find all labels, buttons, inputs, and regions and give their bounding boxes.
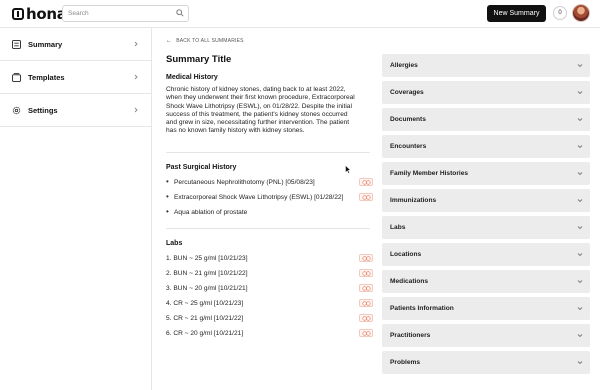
divider <box>166 228 370 229</box>
back-link-label: BACK TO ALL SUMMARIES <box>176 38 244 44</box>
sidebar-item-label: Summary <box>28 39 63 49</box>
lab-text: 2. BUN ~ 21 g/ml [10/21/22] <box>166 269 248 277</box>
accordion-label: Family Member Histories <box>390 170 469 177</box>
mouse-cursor-icon <box>345 165 351 174</box>
list-icon <box>12 39 21 49</box>
chevron-down-icon <box>577 172 583 176</box>
accordion-label: Immunizations <box>390 197 437 204</box>
accordion-immunizations[interactable]: Immunizations <box>382 189 590 212</box>
accordion-locations[interactable]: Locations <box>382 243 590 266</box>
medical-history-text: Chronic history of kidney stones, dating… <box>166 86 355 135</box>
list-item: • Percutaneous Nephrolithotomy (PNL) [05… <box>166 177 376 187</box>
accordion-labs[interactable]: Labs <box>382 216 590 239</box>
accordion-patients-information[interactable]: Patients Information <box>382 297 590 320</box>
accordion-label: Documents <box>390 116 426 123</box>
list-item: • Aqua ablation of prostate <box>166 207 376 217</box>
sidebar-item-label: Settings <box>28 105 58 115</box>
accordion-allergies[interactable]: Allergies <box>382 54 590 77</box>
accordion-practitioners[interactable]: Practitioners <box>382 324 590 347</box>
chevron-down-icon <box>577 145 583 149</box>
chevron-down-icon <box>577 334 583 338</box>
chevron-right-icon <box>134 107 138 113</box>
accordion-coverages[interactable]: Coverages <box>382 81 590 104</box>
source-link-icon[interactable] <box>359 284 373 292</box>
accordion-documents[interactable]: Documents <box>382 108 590 131</box>
gear-icon <box>12 106 21 114</box>
logo-text: hona <box>26 5 67 23</box>
list-item-text: Percutaneous Nephrolithotomy (PNL) [05/0… <box>174 178 315 186</box>
sidebar-item-settings[interactable]: Settings <box>0 94 151 127</box>
surgical-history-heading: Past Surgical History <box>166 164 237 171</box>
lab-text: 6. CR ~ 20 g/ml [10/21/21] <box>166 329 244 337</box>
hona-logo[interactable]: hona <box>12 6 67 22</box>
lab-row: 4. CR ~ 25 g/ml [10/21/23] <box>166 298 376 308</box>
accordion-label: Practitioners <box>390 332 431 339</box>
chevron-down-icon <box>577 280 583 284</box>
accordion-label: Patients Information <box>390 305 454 312</box>
accordion-encounters[interactable]: Encounters <box>382 135 590 158</box>
chevron-right-icon <box>134 41 138 47</box>
top-bar: hona New Summary 0 <box>0 0 600 28</box>
bullet-icon: • <box>166 192 169 201</box>
labs-heading: Labs <box>166 240 183 247</box>
sidebar-item-templates[interactable]: Templates <box>0 61 151 94</box>
search-box[interactable] <box>62 5 189 22</box>
chevron-down-icon <box>577 253 583 257</box>
bullet-icon: • <box>166 177 169 186</box>
lab-row: 2. BUN ~ 21 g/ml [10/21/22] <box>166 268 376 278</box>
accordion-label: Coverages <box>390 89 424 96</box>
chevron-down-icon <box>577 226 583 230</box>
accordion-label: Medications <box>390 278 429 285</box>
sidebar-item-summary[interactable]: Summary <box>0 28 151 61</box>
accordion-problems[interactable]: Problems <box>382 351 590 374</box>
source-link-icon[interactable] <box>359 329 373 337</box>
user-avatar[interactable] <box>572 4 590 22</box>
medical-history-heading: Medical History <box>166 74 218 81</box>
accordion-label: Locations <box>390 251 422 258</box>
accordion-label: Encounters <box>390 143 427 150</box>
back-to-summaries-link[interactable]: ← BACK TO ALL SUMMARIES <box>166 38 244 44</box>
accordion-label: Allergies <box>390 62 418 69</box>
accordion-label: Problems <box>390 359 421 366</box>
source-link-icon[interactable] <box>359 178 373 186</box>
chevron-down-icon <box>577 361 583 365</box>
chevron-down-icon <box>577 307 583 311</box>
chevron-down-icon <box>577 64 583 68</box>
search-icon[interactable] <box>176 9 184 17</box>
chevron-down-icon <box>577 118 583 122</box>
lab-text: 4. CR ~ 25 g/ml [10/21/23] <box>166 299 244 307</box>
logo-mark-icon <box>12 8 24 20</box>
accordion-label: Labs <box>390 224 406 231</box>
arrow-left-icon: ← <box>166 38 173 44</box>
sidebar-item-label: Templates <box>28 72 65 82</box>
chevron-down-icon <box>577 91 583 95</box>
source-link-icon[interactable] <box>359 314 373 322</box>
lab-row: 3. BUN ~ 20 g/ml [10/21/21] <box>166 283 376 293</box>
lab-text: 5. CR ~ 21 g/ml [10/21/22] <box>166 314 244 322</box>
lab-text: 3. BUN ~ 20 g/ml [10/21/21] <box>166 284 248 292</box>
source-link-icon[interactable] <box>359 193 373 201</box>
notification-count-badge[interactable]: 0 <box>553 6 567 20</box>
divider <box>166 152 370 153</box>
new-summary-button[interactable]: New Summary <box>487 5 546 22</box>
templates-icon <box>12 72 21 82</box>
bullet-icon: • <box>166 207 169 216</box>
list-item-text: Extracorporeal Shock Wave Lithotripsy (E… <box>174 193 344 201</box>
list-item-text: Aqua ablation of prostate <box>174 208 248 216</box>
source-link-icon[interactable] <box>359 299 373 307</box>
lab-row: 1. BUN ~ 25 g/ml [10/21/23] <box>166 253 376 263</box>
source-link-icon[interactable] <box>359 269 373 277</box>
list-item: • Extracorporeal Shock Wave Lithotripsy … <box>166 192 376 202</box>
search-input[interactable] <box>63 6 173 21</box>
page-title: Summary Title <box>166 54 232 65</box>
chevron-down-icon <box>577 199 583 203</box>
source-link-icon[interactable] <box>359 254 373 262</box>
lab-row: 5. CR ~ 21 g/ml [10/21/22] <box>166 313 376 323</box>
accordion-family-member-histories[interactable]: Family Member Histories <box>382 162 590 185</box>
chevron-right-icon <box>134 74 138 80</box>
lab-row: 6. CR ~ 20 g/ml [10/21/21] <box>166 328 376 338</box>
accordion-medications[interactable]: Medications <box>382 270 590 293</box>
lab-text: 1. BUN ~ 25 g/ml [10/21/23] <box>166 254 248 262</box>
sidebar: Summary Templates Settings <box>0 28 152 390</box>
